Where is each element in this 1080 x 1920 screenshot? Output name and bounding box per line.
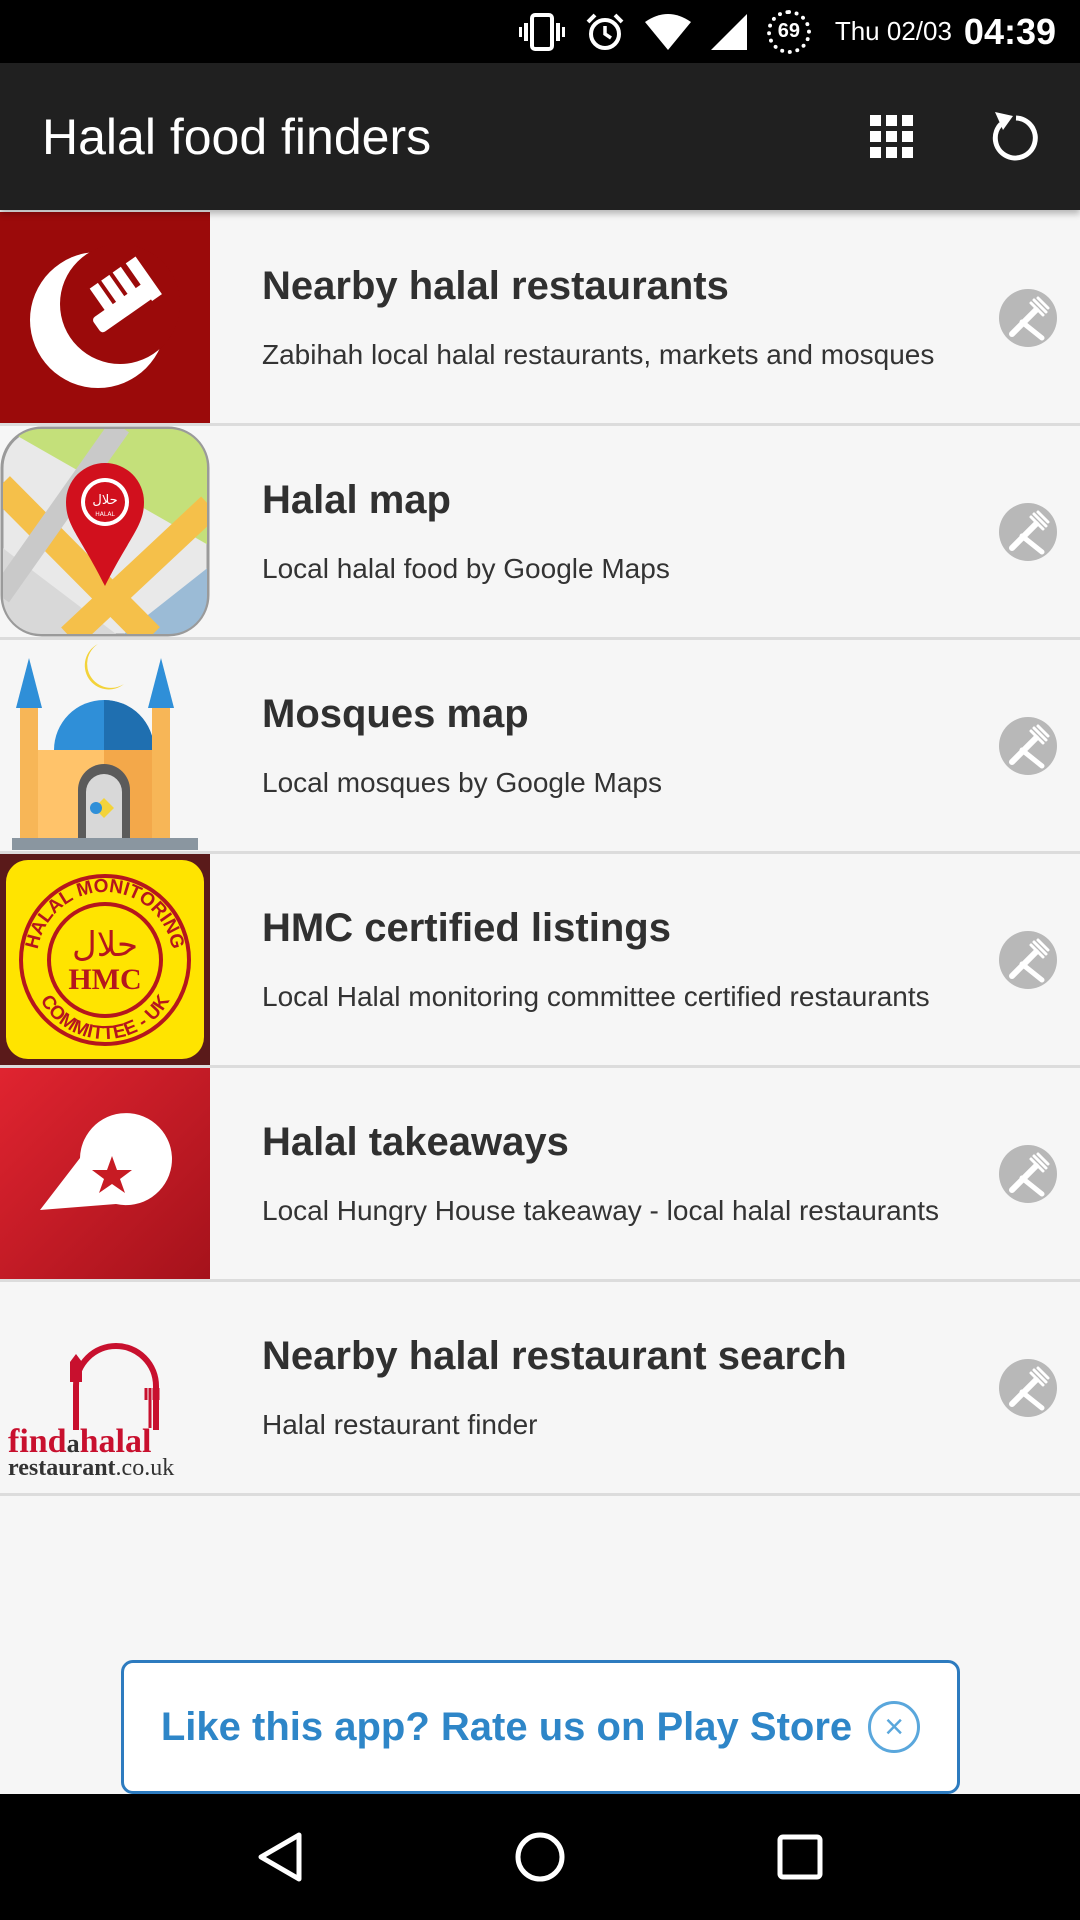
app-bar: Halal food finders: [0, 63, 1080, 210]
list-item-subtitle: Local mosques by Google Maps: [262, 767, 662, 798]
list-item-hmc-certified-listings[interactable]: HALAL MONITORING COMMITTEE - UK حلال HMC…: [0, 854, 1080, 1068]
vibrate-icon: [518, 12, 565, 52]
fah-restaurant: restaurant: [8, 1455, 116, 1481]
wifi-icon: [644, 13, 691, 50]
fork-knife-icon: [999, 502, 1057, 561]
mosque-logo: [0, 640, 210, 851]
back-icon: [258, 1832, 302, 1882]
list-item-text: Halal takeaways Local Hungry House takea…: [210, 1120, 998, 1227]
alarm-icon: [585, 12, 625, 52]
list-item-text: Nearby halal restaurants Zabihah local h…: [210, 264, 998, 371]
feature-list: Nearby halal restaurants Zabihah local h…: [0, 212, 1080, 1496]
fork-knife-icon: [999, 716, 1057, 775]
list-item-nearby-halal-restaurant-search[interactable]: findahalal restaurant.co.uk Nearby halal…: [0, 1282, 1080, 1496]
list-item-mosques-map[interactable]: Mosques map Local mosques by Google Maps: [0, 640, 1080, 854]
rate-app-text: Like this app? Rate us on Play Store: [160, 1704, 853, 1749]
home-button[interactable]: [495, 1812, 585, 1902]
grid-icon: [870, 114, 913, 158]
fah-a: a: [67, 1429, 80, 1458]
list-item-title: Halal map: [262, 478, 451, 522]
list-item-text: Nearby halal restaurant search Halal res…: [210, 1334, 998, 1441]
list-item-text: Halal map Local halal food by Google Map…: [210, 478, 998, 585]
status-date: Thu 02/03: [834, 16, 952, 46]
list-item-subtitle: Halal restaurant finder: [262, 1409, 538, 1440]
halal-badge-word: HALAL: [95, 511, 115, 518]
halal-map-logo: حلال HALAL: [0, 426, 210, 637]
close-banner-button[interactable]: ×: [868, 1701, 921, 1753]
status-bar: 69 Thu 02/03 04:39: [0, 0, 1080, 63]
battery-icon: 69: [766, 9, 811, 54]
hmc-letters: HMC: [68, 963, 141, 996]
recents-icon: [777, 1834, 823, 1880]
hmc-logo: HALAL MONITORING COMMITTEE - UK حلال HMC: [0, 854, 210, 1065]
list-item-title: Halal takeaways: [262, 1120, 569, 1164]
list-item-title: HMC certified listings: [262, 906, 671, 950]
rate-app-banner[interactable]: Like this app? Rate us on Play Store ×: [121, 1660, 960, 1794]
list-item-title: Mosques map: [262, 692, 529, 736]
refresh-button[interactable]: [968, 89, 1064, 185]
home-icon: [515, 1832, 565, 1882]
list-item-halal-map[interactable]: حلال HALAL Halal map Local halal food by…: [0, 426, 1080, 640]
list-item-title: Nearby halal restaurants: [262, 264, 729, 308]
list-item-subtitle: Local Hungry House takeaway - local hala…: [262, 1195, 940, 1226]
list-item-subtitle: Zabihah local halal restaurants, markets…: [262, 339, 935, 370]
page-title: Halal food finders: [42, 108, 432, 165]
list-item-subtitle: Local halal food by Google Maps: [262, 553, 670, 584]
back-button[interactable]: [235, 1812, 325, 1902]
zabihah-logo: [0, 212, 210, 423]
grid-button[interactable]: [844, 89, 940, 185]
status-time: 04:39: [963, 10, 1056, 52]
list-item-nearby-halal-restaurants[interactable]: Nearby halal restaurants Zabihah local h…: [0, 212, 1080, 426]
hmc-arabic: حلال: [72, 925, 138, 965]
close-icon: ×: [884, 1708, 905, 1746]
fork-knife-icon: [999, 1358, 1057, 1417]
list-item-halal-takeaways[interactable]: Halal takeaways Local Hungry House takea…: [0, 1068, 1080, 1282]
hungry-house-logo: [0, 1068, 210, 1279]
findahalal-logo: findahalal restaurant.co.uk: [0, 1282, 210, 1493]
list-item-title: Nearby halal restaurant search: [262, 1334, 847, 1378]
fah-domain: .co.uk: [116, 1455, 175, 1481]
fork-knife-icon: [999, 1144, 1057, 1203]
halal-badge: حلال: [92, 493, 117, 508]
recents-button[interactable]: [755, 1812, 845, 1902]
list-item-subtitle: Local Halal monitoring committee certifi…: [262, 981, 930, 1012]
fork-knife-icon: [999, 930, 1057, 989]
svg-text:restaurant.co.uk: restaurant.co.uk: [8, 1455, 174, 1481]
list-item-text: HMC certified listings Local Halal monit…: [210, 906, 998, 1013]
battery-level: 69: [777, 20, 800, 42]
refresh-icon: [992, 111, 1038, 160]
list-item-text: Mosques map Local mosques by Google Maps: [210, 692, 998, 799]
navigation-bar: [0, 1794, 1080, 1920]
signal-icon: [710, 13, 747, 50]
fork-knife-icon: [999, 288, 1057, 347]
